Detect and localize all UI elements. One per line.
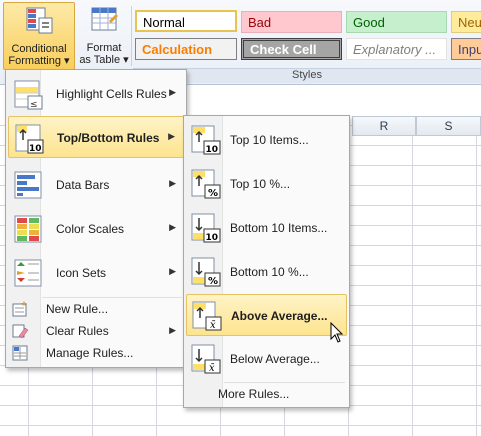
svg-text:%: % <box>208 188 218 199</box>
menu-item-label: Highlight Cells Rules <box>56 87 167 101</box>
manage-rules-icon <box>12 345 28 361</box>
conditional-formatting-button[interactable]: Conditional Formatting ▾ <box>3 2 75 70</box>
bottom-10-percent-icon: % <box>191 257 221 287</box>
submenu-arrow-icon: ▶ <box>168 131 175 141</box>
menu-item-highlight-cells-rules[interactable]: ≤ Highlight Cells Rules ▶ <box>8 73 184 115</box>
column-header-r[interactable]: R <box>352 116 416 136</box>
menu-item-label: New Rule... <box>46 302 109 316</box>
bottom-10-items-icon: 10 <box>191 213 221 243</box>
menu-item-top-bottom-rules[interactable]: 10 Top/Bottom Rules ▶ <box>8 116 184 158</box>
chevron-down-icon: ▾ <box>64 55 70 67</box>
style-neutral[interactable]: Neu <box>451 11 481 33</box>
menu-item-icon-sets[interactable]: Icon Sets ▶ <box>8 252 184 294</box>
menu-item-label: Manage Rules... <box>46 346 134 360</box>
submenu-arrow-icon: ▶ <box>169 266 176 276</box>
svg-text:≤: ≤ <box>30 100 38 110</box>
style-calculation[interactable]: Calculation <box>135 38 237 60</box>
data-bars-icon <box>14 171 42 199</box>
style-check-cell[interactable]: Check Cell <box>241 38 342 60</box>
menu-item-below-average[interactable]: x̄ Below Average... <box>186 338 347 380</box>
conditional-formatting-icon <box>26 7 53 34</box>
menu-item-label: Top 10 Items... <box>230 133 309 147</box>
svg-text:10: 10 <box>29 144 42 154</box>
style-bad[interactable]: Bad <box>241 11 342 33</box>
menu-item-clear-rules[interactable]: Clear Rules ▶ <box>8 320 184 342</box>
menu-item-bottom-10-items[interactable]: 10 Bottom 10 Items... <box>186 207 347 249</box>
new-rule-icon <box>12 301 27 317</box>
menu-item-label: Bottom 10 Items... <box>230 221 328 235</box>
menu-item-label: Top 10 %... <box>230 177 291 191</box>
color-scales-icon <box>14 215 42 243</box>
menu-item-color-scales[interactable]: Color Scales ▶ <box>8 208 184 250</box>
cf-label-line2: Formatting <box>8 55 61 67</box>
svg-text:10: 10 <box>206 145 219 155</box>
menu-item-more-rules[interactable]: More Rules... <box>186 383 347 405</box>
menu-item-top-10-percent[interactable]: % Top 10 %... <box>186 163 347 205</box>
menu-item-label: Above Average... <box>231 309 328 323</box>
highlight-cells-rules-icon: ≤ <box>14 80 43 110</box>
menu-item-manage-rules[interactable]: Manage Rules... <box>8 342 184 364</box>
svg-text:%: % <box>208 276 218 287</box>
menu-item-label: Data Bars <box>56 178 110 192</box>
style-input[interactable]: Inpu <box>451 38 481 60</box>
submenu-arrow-icon: ▶ <box>169 222 176 232</box>
conditional-formatting-menu: ≤ Highlight Cells Rules ▶ 10 Top/Bottom … <box>5 69 187 368</box>
menu-item-label: Icon Sets <box>56 266 107 280</box>
below-average-icon: x̄ <box>191 344 221 374</box>
svg-text:10: 10 <box>206 233 219 243</box>
submenu-arrow-icon: ▶ <box>169 178 176 188</box>
menu-item-label: Clear Rules <box>46 324 109 338</box>
format-as-table-button[interactable]: Format as Table ▾ <box>77 2 131 70</box>
top-bottom-rules-submenu: 10 Top 10 Items... % Top 10 %... 10 Bott… <box>183 115 350 408</box>
submenu-arrow-icon: ▶ <box>169 325 176 335</box>
top-10-items-icon: 10 <box>191 125 221 155</box>
format-as-table-icon <box>91 7 118 31</box>
style-normal[interactable]: Normal <box>135 10 237 32</box>
ribbon-separator <box>131 6 132 66</box>
svg-text:x̄: x̄ <box>210 320 216 331</box>
column-header-s[interactable]: S <box>416 116 481 136</box>
menu-item-label: Color Scales <box>56 222 125 236</box>
menu-item-new-rule[interactable]: New Rule... <box>8 298 184 320</box>
menu-item-label: Bottom 10 %... <box>230 265 309 279</box>
cf-label-line1: Conditional <box>11 43 67 55</box>
top-bottom-rules-icon: 10 <box>15 124 44 154</box>
ft-label-line1: Format <box>86 42 122 54</box>
chevron-down-icon: ▾ <box>123 54 129 66</box>
clear-rules-icon <box>12 324 29 339</box>
menu-item-label: Below Average... <box>230 352 320 366</box>
top-10-percent-icon: % <box>191 169 221 199</box>
menu-item-above-average[interactable]: x̄ Above Average... <box>186 294 347 336</box>
icon-sets-icon <box>14 259 42 287</box>
menu-item-data-bars[interactable]: Data Bars ▶ <box>8 164 184 206</box>
above-average-icon: x̄ <box>192 301 222 331</box>
submenu-arrow-icon: ▶ <box>169 87 176 97</box>
menu-item-bottom-10-percent[interactable]: % Bottom 10 %... <box>186 251 347 293</box>
ft-label-line2: as Table <box>79 54 121 66</box>
svg-text:x̄: x̄ <box>209 363 215 374</box>
style-good[interactable]: Good <box>346 11 447 33</box>
mouse-pointer-icon <box>330 322 344 343</box>
style-explanatory[interactable]: Explanatory ... <box>346 38 447 60</box>
menu-item-top-10-items[interactable]: 10 Top 10 Items... <box>186 119 347 161</box>
menu-item-label: Top/Bottom Rules <box>57 131 160 145</box>
menu-item-label: More Rules... <box>218 387 290 401</box>
